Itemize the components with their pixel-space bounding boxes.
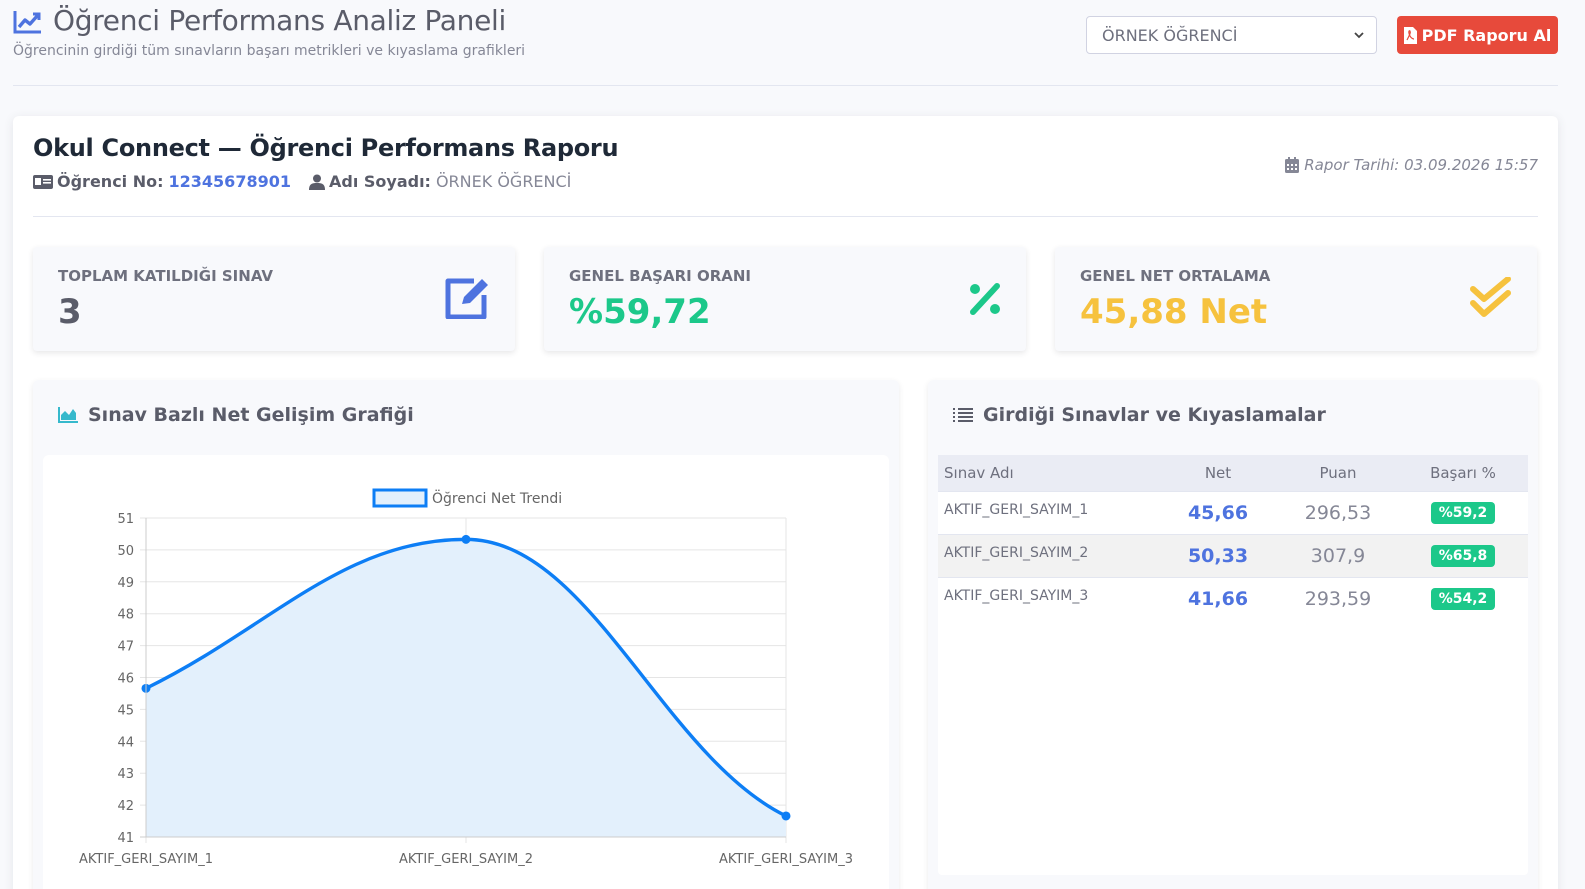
y-tick-label: 49 [117,576,134,591]
edit-icon [445,278,488,319]
report-date: Rapor Tarihi: 03.09.2026 15:57 [1285,156,1538,174]
series-area [146,539,786,837]
name-label: Adı Soyadı: [328,172,431,191]
student-name-value: ÖRNEK ÖĞRENCİ [435,172,572,191]
exam-puan: 307,9 [1278,533,1398,577]
stat-card-total-exams: TOPLAM KATILDIĞI SINAV 3 [33,247,515,351]
y-tick-label: 46 [117,672,134,687]
net-trend-chart: 41 42 43 44 45 46 47 48 49 50 51 AKTIF_GERI_SAYIM_1… [79,488,853,867]
stat-value: 45,88 Net [1080,292,1268,332]
chart-panel-title: Sınav Bazlı Net Gelişim Grafiği [58,404,414,426]
student-select-value: ÖRNEK ÖĞRENCİ [1102,25,1238,45]
header-puan: Puan [1278,455,1398,491]
student-no-label: Öğrenci No: [57,172,164,191]
chart-panel: Sınav Bazlı Net Gelişim Grafiği 41 42 43 44… [33,380,899,889]
user-icon [308,174,325,190]
stat-card-success-rate: GENEL BAŞARI ORANI %59,72 [544,247,1026,351]
stat-value: 3 [58,292,82,332]
table-panel-title: Girdiği Sınavlar ve Kıyaslamalar [953,404,1326,426]
table-panel-title-text: Girdiği Sınavlar ve Kıyaslamalar [983,404,1326,426]
table-row: AKTIF_GERI_SAYIM_3 41,66 293,59 %54,2 [938,576,1528,620]
page-title: Öğrenci Performans Analiz Paneli [53,4,506,37]
chevron-down-icon [1354,32,1364,39]
id-card-icon [33,174,53,189]
calendar-icon [1285,157,1300,173]
exam-puan: 293,59 [1278,576,1398,620]
table-row: AKTIF_GERI_SAYIM_2 50,33 307,9 %65,8 [938,533,1528,577]
success-badge: %59,2 [1430,501,1496,524]
header-basari: Başarı % [1398,455,1528,491]
exams-table-panel: Girdiği Sınavlar ve Kıyaslamalar Sınav A… [928,380,1538,889]
student-no-value: 12345678901 [168,172,291,191]
exam-net: 45,66 [1158,490,1278,534]
y-tick-label: 45 [117,703,134,718]
chart-area-icon [58,407,78,423]
legend-swatch [372,488,428,508]
x-tick-label: AKTIF_GERI_SAYIM_2 [399,852,533,867]
stat-card-net-average: GENEL NET ORTALAMA 45,88 Net [1055,247,1537,351]
file-pdf-icon [1403,26,1417,44]
report-meta: Öğrenci No: 12345678901 Adı Soyadı: ÖRNE… [33,172,1538,191]
stat-value: %59,72 [569,292,711,332]
y-tick-label: 43 [117,767,134,782]
pdf-report-button[interactable]: PDF Raporu Al [1397,16,1558,54]
y-tick-label: 41 [117,831,134,846]
x-tick-label: AKTIF_GERI_SAYIM_3 [719,852,853,867]
y-tick-label: 47 [117,640,134,655]
table-row: AKTIF_GERI_SAYIM_1 45,66 296,53 %59,2 [938,490,1528,534]
report-card: Okul Connect — Öğrenci Performans Raporu… [13,116,1558,889]
header-exam-name: Sınav Adı [938,455,1158,491]
page-header: Öğrenci Performans Analiz Paneli Öğrenci… [13,4,1558,86]
report-date-text: Rapor Tarihi: 03.09.2026 15:57 [1304,156,1538,174]
percent-icon [970,283,1000,315]
stat-label: GENEL NET ORTALAMA [1080,267,1271,285]
chart-container: 41 42 43 44 45 46 47 48 49 50 51 AKTIF_GERI_SAYIM_1… [43,455,889,889]
list-icon [953,408,973,422]
stat-label: TOPLAM KATILDIĞI SINAV [58,267,274,285]
data-point [781,811,791,821]
exams-table-container: Sınav Adı Net Puan Başarı % AKTIF_GERI_S… [938,455,1528,875]
student-select[interactable]: ÖRNEK ÖĞRENCİ [1086,16,1377,54]
exams-table: Sınav Adı Net Puan Başarı % AKTIF_GERI_S… [938,455,1528,620]
exam-net: 41,66 [1158,576,1278,620]
chart-line-icon [13,10,41,33]
exam-name: AKTIF_GERI_SAYIM_2 [938,533,1158,577]
report-header: Okul Connect — Öğrenci Performans Raporu… [33,134,1538,217]
y-tick-label: 42 [117,799,134,814]
data-point [461,534,471,544]
header-net: Net [1158,455,1278,491]
exam-name: AKTIF_GERI_SAYIM_3 [938,576,1158,620]
y-tick-label: 48 [117,608,134,623]
double-check-icon [1470,277,1511,317]
legend-label: Öğrenci Net Trendi [432,489,562,507]
y-tick-label: 50 [117,544,134,559]
table-header-row: Sınav Adı Net Puan Başarı % [938,455,1528,491]
exam-net: 50,33 [1158,533,1278,577]
chart-panel-title-text: Sınav Bazlı Net Gelişim Grafiği [88,404,414,426]
success-badge: %65,8 [1430,544,1496,567]
stat-label: GENEL BAŞARI ORANI [569,267,751,285]
y-tick-label: 51 [117,512,134,527]
y-tick-label: 44 [117,735,134,750]
exam-name: AKTIF_GERI_SAYIM_1 [938,490,1158,534]
success-badge: %54,2 [1430,587,1496,610]
x-tick-label: AKTIF_GERI_SAYIM_1 [79,852,213,867]
exam-puan: 296,53 [1278,490,1398,534]
pdf-button-label: PDF Raporu Al [1421,25,1552,45]
